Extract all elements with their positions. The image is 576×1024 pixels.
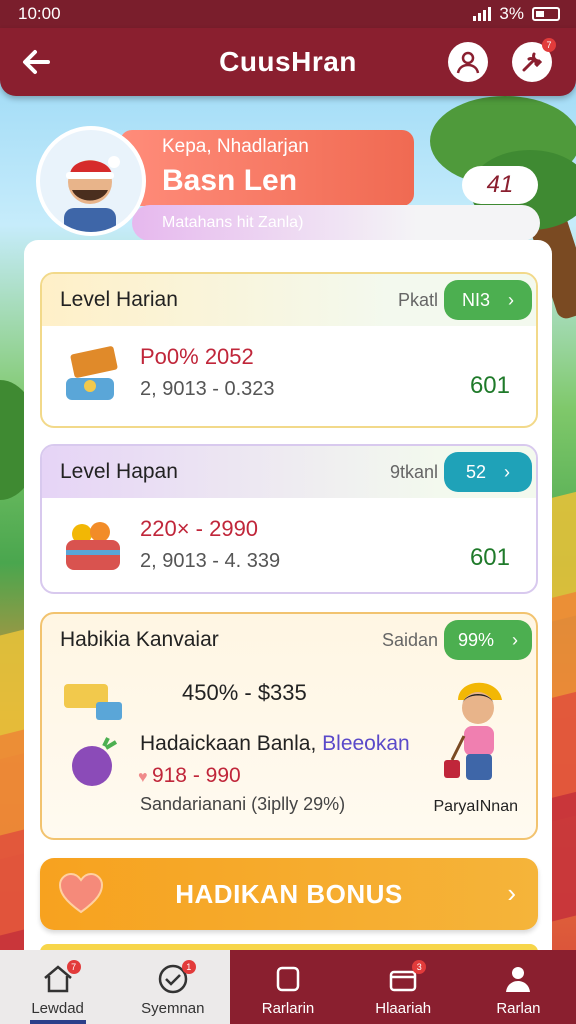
chevron-right-icon: › [508, 289, 514, 310]
active-indicator [30, 1020, 86, 1024]
tools-badge: 7 [542, 38, 556, 52]
card-range: 2, 9013 - 4. 339 [140, 550, 281, 572]
pill-value: NI3 [461, 289, 490, 310]
fruit-basket-icon [66, 522, 120, 570]
special-price: 450% - $335 [182, 680, 307, 705]
status-bar: 10:00 3% [0, 0, 576, 28]
special-description: Hadaickaan Banla, Bleeokan [140, 732, 410, 756]
special-line: Hadaickaan Banla, [140, 732, 317, 755]
card-body: 220× - 2990 2, 9013 - 4. 339 601 [42, 498, 536, 592]
home-icon: 7 [41, 960, 81, 996]
avatar-illustration [64, 156, 120, 232]
user-icon [456, 51, 480, 74]
special-link[interactable]: Bleeokan [322, 732, 410, 755]
card-header: Level Harian Pkatl NI3 › [42, 274, 536, 326]
card-meta: Pkatl [397, 290, 438, 310]
special-red-value: 918 - 990 [138, 764, 241, 788]
card-meta: Saidan [381, 630, 438, 650]
card-number: 601 [469, 372, 510, 399]
gold-bars-icon [64, 684, 122, 720]
pill-value: 99% [457, 629, 495, 650]
nav-badge: 3 [412, 960, 427, 974]
profile-button[interactable] [448, 42, 488, 82]
card-title: Level Harian [60, 288, 178, 311]
bonus-button[interactable]: HADIKAN BONUS › [40, 858, 538, 930]
nav-label: Rarlan [496, 1000, 541, 1017]
card-meta: 9tkanl [389, 462, 438, 482]
card-range: 2, 9013 - 0.323 [140, 378, 275, 400]
card-body: Po0% 2052 2, 9013 - 0.323 601 [42, 326, 536, 426]
card-title: Habikia Kanvaiar [60, 628, 219, 651]
user-icon [501, 962, 535, 996]
status-time: 10:00 [18, 4, 61, 23]
nav-item-hlaariah[interactable]: 3 Hlaariah [345, 950, 461, 1024]
square-icon [271, 962, 305, 996]
box-icon: 3 [386, 960, 427, 996]
subtitle-text: Matahans hit Zanla) [162, 214, 304, 231]
nav-label: Rarlarin [261, 1000, 315, 1017]
signal-icon [473, 7, 492, 21]
nav-item-rarlarin[interactable]: Rarlarin [230, 950, 346, 1024]
nav-label: Lewdad [31, 1000, 84, 1017]
avatar[interactable] [36, 126, 146, 236]
card-title: Level Hapan [60, 460, 178, 483]
nav-badge: 1 [181, 960, 196, 974]
bottom-nav: 7 Lewdad 1 Syemnan Rarlarin 3 Hlaariah R… [0, 950, 576, 1024]
level-card[interactable]: Level Hapan 9tkanl 52 › 220× - 2990 2, 90… [40, 444, 538, 594]
girl-character-illustration [444, 682, 502, 780]
card-header: Level Hapan 9tkanl 52 › [42, 446, 536, 498]
battery-icon [532, 7, 560, 21]
nav-label: Syemnan [141, 1000, 205, 1017]
chevron-right-icon: › [504, 461, 511, 482]
greeting-text: Kepa, Nhadlarjan [162, 136, 309, 157]
special-footer: Sandarianani (3iplly 29%) [140, 794, 346, 814]
nav-item-home[interactable]: 7 Lewdad [0, 950, 116, 1024]
profile-subtitle: Matahans hit Zanla) [132, 205, 540, 241]
cloud-counter: 41 [462, 166, 538, 204]
ticket-machine-icon [66, 346, 118, 400]
nav-label: Hlaariah [375, 1000, 432, 1017]
nav-item-profile[interactable]: Rarlan [460, 950, 576, 1024]
card-pill-button[interactable]: NI3 › [444, 280, 532, 320]
card-pill-button[interactable]: 52 › [444, 452, 532, 492]
checkmark-circle-icon: 1 [156, 960, 196, 996]
special-card[interactable]: Habikia Kanvaiar Saidan 99% › 450% - $335… [40, 612, 538, 840]
nav-item-system[interactable]: 1 Syemnan [115, 950, 231, 1024]
nav-badge: 7 [66, 960, 81, 974]
chevron-right-icon: › [507, 878, 516, 908]
battery-level: 3% [499, 4, 524, 23]
card-pill-button[interactable]: 99% › [444, 620, 532, 660]
character-name: ParyaINnan [433, 798, 519, 815]
card-number: 601 [469, 544, 510, 571]
card-price: Po0% 2052 [140, 344, 254, 369]
bonus-label: HADIKAN BONUS [175, 879, 403, 909]
tools-button[interactable]: 7 [512, 38, 556, 82]
profile-banner: Kepa, Nhadlarjan Basn Len [120, 130, 414, 206]
level-card[interactable]: Level Harian Pkatl NI3 › Po0% 2052 2, 901… [40, 272, 538, 428]
wrench-icon [522, 52, 543, 72]
pill-value: 52 [465, 461, 487, 482]
card-header: Habikia Kanvaiar Saidan 99% › [42, 614, 536, 666]
page-title: CuusHran [219, 46, 357, 77]
cloud-value: 41 [486, 171, 514, 198]
card-price: 220× - 2990 [140, 516, 259, 541]
yarn-ball-icon [72, 737, 118, 786]
user-name: Basn Len [162, 164, 298, 197]
app-bar: CuusHran 7 [0, 28, 576, 96]
chevron-right-icon: › [512, 629, 519, 650]
